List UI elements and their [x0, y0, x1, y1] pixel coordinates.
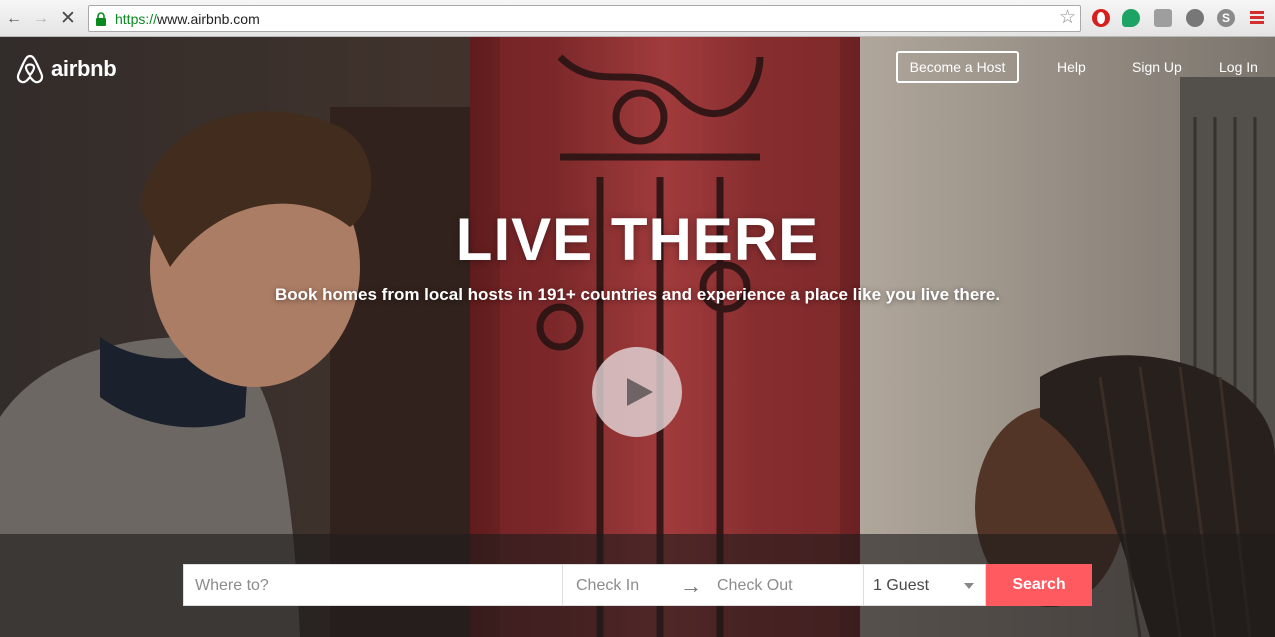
extension-icon[interactable]: [1154, 9, 1172, 27]
url-host: www.airbnb.com: [157, 11, 260, 27]
airbnb-logo[interactable]: airbnb: [15, 53, 117, 85]
browser-toolbar: ← → ✕ https://www.airbnb.com ☆ S: [0, 0, 1275, 37]
lock-icon: [96, 12, 106, 26]
where-input[interactable]: [195, 566, 562, 606]
skype-extension-icon[interactable]: S: [1217, 9, 1235, 27]
guests-value: 1 Guest: [873, 577, 930, 594]
airbnb-belo-icon: [16, 54, 44, 84]
hero-tagline: Book homes from local hosts in 191+ coun…: [274, 285, 1001, 304]
address-bar[interactable]: https://www.airbnb.com ☆: [88, 5, 1081, 32]
stop-icon[interactable]: ✕: [58, 9, 78, 29]
hangouts-extension-icon[interactable]: [1122, 9, 1140, 27]
where-field[interactable]: [183, 564, 563, 606]
brand-wordmark: airbnb: [51, 56, 117, 81]
site-header: airbnb Become a Host Help Sign Up Log In: [0, 37, 1275, 101]
apps-extension-icon[interactable]: [1186, 9, 1204, 27]
guests-select[interactable]: 1 Guest: [864, 564, 986, 606]
hero-video: airbnb Become a Host Help Sign Up Log In…: [0, 37, 1275, 637]
search-button[interactable]: Search: [986, 564, 1092, 606]
bookmark-star-icon[interactable]: ☆: [1059, 8, 1076, 28]
hero-headline: LIVE THERE: [455, 206, 820, 273]
log-in-link[interactable]: Log In: [1219, 59, 1258, 75]
check-out-field[interactable]: Check Out: [717, 565, 793, 607]
browser-menu-icon[interactable]: [1250, 11, 1264, 26]
sign-up-link[interactable]: Sign Up: [1132, 59, 1182, 75]
back-icon[interactable]: ←: [4, 9, 24, 29]
address-url: https://www.airbnb.com: [115, 11, 260, 27]
help-link[interactable]: Help: [1057, 59, 1086, 75]
search-bar: Check In → Check Out 1 Guest Search: [0, 534, 1275, 637]
check-in-field[interactable]: Check In: [576, 565, 639, 607]
become-a-host-button[interactable]: Become a Host: [896, 51, 1019, 83]
arrow-right-icon: →: [680, 573, 702, 598]
play-icon: [627, 378, 653, 406]
url-scheme: https://: [115, 11, 158, 27]
forward-icon[interactable]: →: [31, 9, 51, 29]
play-video-button[interactable]: [592, 347, 682, 437]
date-range-field: Check In → Check Out: [563, 564, 864, 606]
chevron-down-icon: [964, 583, 974, 589]
opera-extension-icon[interactable]: [1092, 9, 1110, 27]
